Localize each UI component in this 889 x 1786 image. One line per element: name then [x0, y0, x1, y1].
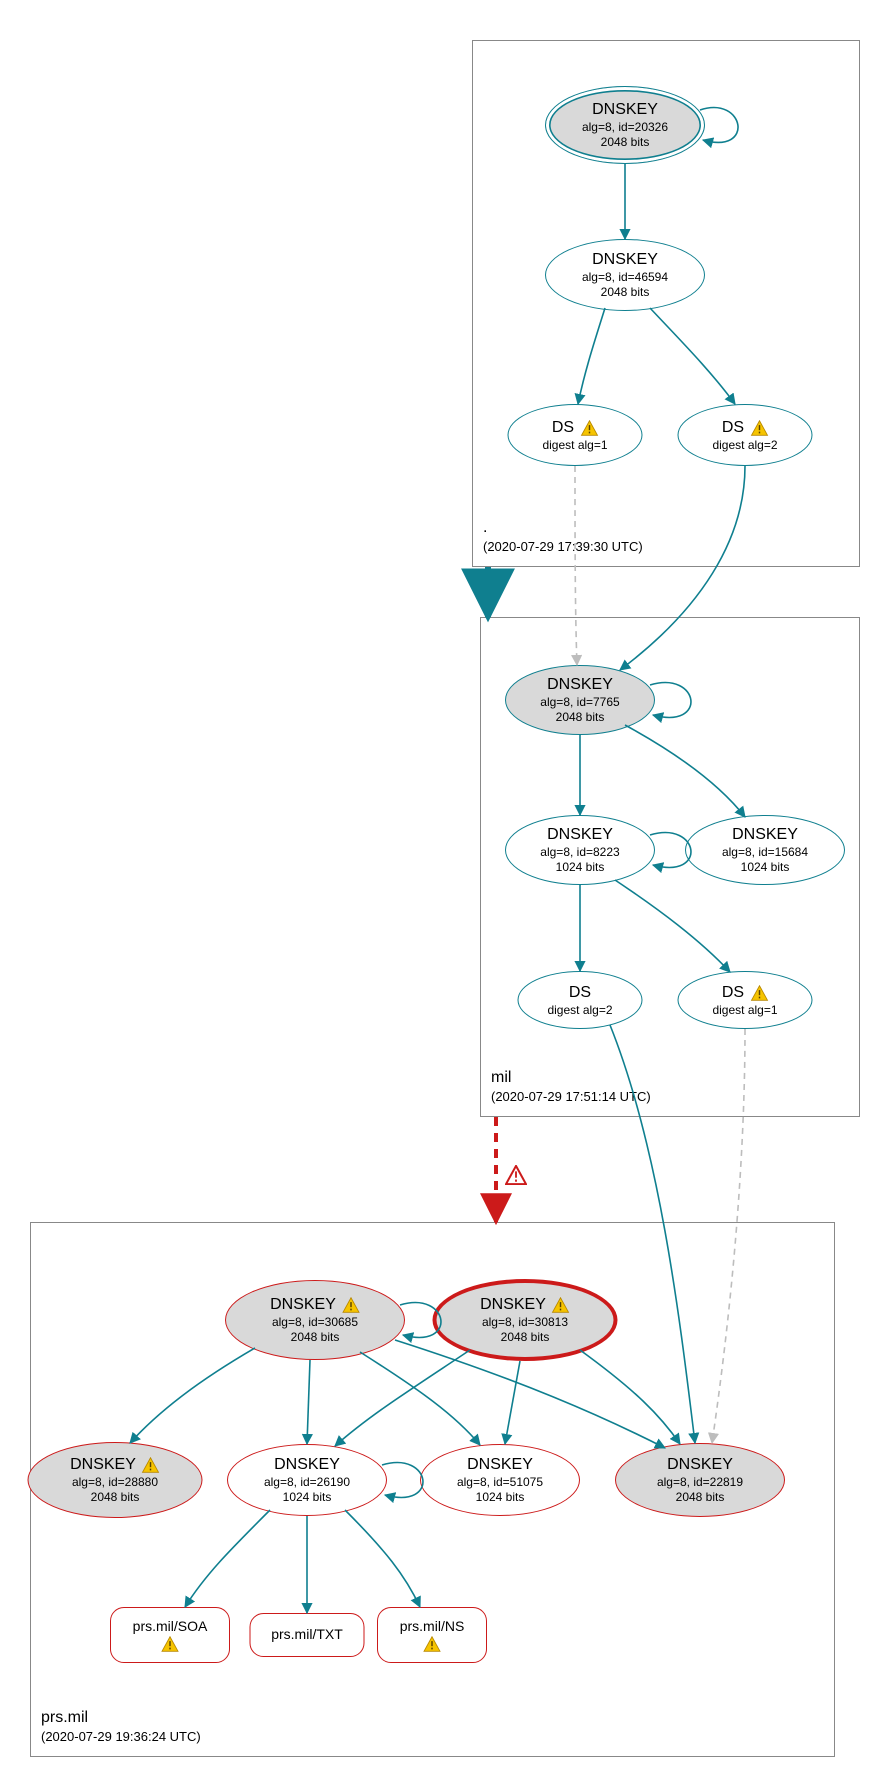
node-title: DS: [569, 983, 591, 1003]
node-title: DNSKEY: [592, 100, 658, 120]
warning-icon: [750, 420, 768, 436]
node-sub: digest alg=1: [542, 438, 607, 453]
zone-root-label: . (2020-07-29 17:39:30 UTC): [483, 518, 643, 556]
zone-mil-label: mil (2020-07-29 17:51:14 UTC): [491, 1068, 651, 1106]
rr-label: prs.mil/NS: [400, 1618, 465, 1636]
dnskey-mil-zsk: DNSKEY alg=8, id=8223 1024 bits: [505, 815, 655, 885]
dnskey-prsmil-30685: DNSKEY alg=8, id=30685 2048 bits: [225, 1280, 405, 1360]
node-sub: alg=8, id=30813: [482, 1315, 568, 1330]
node-title: DNSKEY: [270, 1295, 360, 1315]
dnskey-label: DNSKEY: [270, 1295, 336, 1315]
node-sub2: 2048 bits: [556, 710, 605, 725]
dnskey-prsmil-30813: DNSKEY alg=8, id=30813 2048 bits: [433, 1279, 618, 1361]
warning-icon: [342, 1297, 360, 1313]
node-title: DNSKEY: [547, 675, 613, 695]
node-sub2: 1024 bits: [556, 860, 605, 875]
node-sub2: 1024 bits: [741, 860, 790, 875]
zone-mil-ts: (2020-07-29 17:51:14 UTC): [491, 1089, 651, 1106]
dnskey-prsmil-51075: DNSKEY alg=8, id=51075 1024 bits: [420, 1444, 580, 1516]
node-sub: alg=8, id=26190: [264, 1475, 350, 1490]
rr-prsmil-soa: prs.mil/SOA: [110, 1607, 230, 1663]
ds-mil-alg1: DS digest alg=1: [678, 971, 813, 1029]
node-sub: alg=8, id=51075: [457, 1475, 543, 1490]
ds-label: DS: [722, 418, 744, 438]
node-sub2: 1024 bits: [476, 1490, 525, 1505]
dnskey-mil-15684: DNSKEY alg=8, id=15684 1024 bits: [685, 815, 845, 885]
ds-label: DS: [552, 418, 574, 438]
zone-root-name: .: [483, 518, 643, 539]
warning-icon: [750, 985, 768, 1001]
node-sub: digest alg=1: [712, 1003, 777, 1018]
zone-prsmil-label: prs.mil (2020-07-29 19:36:24 UTC): [41, 1708, 201, 1746]
node-title: DNSKEY: [70, 1455, 160, 1475]
ds-root-alg2: DS digest alg=2: [678, 404, 813, 466]
warning-icon: [161, 1636, 179, 1652]
warning-icon: [423, 1636, 441, 1652]
dnskey-label: DNSKEY: [70, 1455, 136, 1475]
ds-label: DS: [722, 983, 744, 1003]
node-sub: alg=8, id=8223: [540, 845, 619, 860]
node-sub2: 2048 bits: [601, 135, 650, 150]
ds-root-alg1: DS digest alg=1: [508, 404, 643, 466]
node-title: DNSKEY: [480, 1295, 570, 1315]
node-sub2: 2048 bits: [601, 285, 650, 300]
rr-prsmil-txt: prs.mil/TXT: [250, 1613, 365, 1657]
node-title: DNSKEY: [732, 825, 798, 845]
node-sub: digest alg=2: [712, 438, 777, 453]
zone-prsmil-ts: (2020-07-29 19:36:24 UTC): [41, 1729, 201, 1746]
node-title: DNSKEY: [547, 825, 613, 845]
dnskey-mil-ksk: DNSKEY alg=8, id=7765 2048 bits: [505, 665, 655, 735]
node-title: DS: [722, 418, 768, 438]
node-title: DS: [722, 983, 768, 1003]
node-sub2: 2048 bits: [91, 1490, 140, 1505]
dnskey-label: DNSKEY: [480, 1295, 546, 1315]
node-title: DS: [552, 418, 598, 438]
node-sub: alg=8, id=20326: [582, 120, 668, 135]
node-sub: alg=8, id=15684: [722, 845, 808, 860]
rr-prsmil-ns: prs.mil/NS: [377, 1607, 487, 1663]
dnskey-root-zsk: DNSKEY alg=8, id=46594 2048 bits: [545, 239, 705, 311]
node-sub2: 2048 bits: [291, 1330, 340, 1345]
node-sub: alg=8, id=22819: [657, 1475, 743, 1490]
rr-label: prs.mil/TXT: [271, 1626, 343, 1644]
node-sub2: 1024 bits: [283, 1490, 332, 1505]
dnskey-root-ksk: DNSKEY alg=8, id=20326 2048 bits: [545, 86, 705, 164]
node-sub2: 2048 bits: [676, 1490, 725, 1505]
zonewarn-icon: [505, 1165, 527, 1185]
rr-label: prs.mil/SOA: [133, 1618, 208, 1636]
zone-mil-name: mil: [491, 1068, 651, 1089]
zone-root-ts: (2020-07-29 17:39:30 UTC): [483, 539, 643, 556]
warning-icon: [580, 420, 598, 436]
warning-icon: [552, 1297, 570, 1313]
node-sub2: 2048 bits: [501, 1330, 550, 1345]
node-title: DNSKEY: [592, 250, 658, 270]
node-sub: alg=8, id=28880: [72, 1475, 158, 1490]
node-title: DNSKEY: [667, 1455, 733, 1475]
warning-icon: [142, 1457, 160, 1473]
dnskey-prsmil-26190: DNSKEY alg=8, id=26190 1024 bits: [227, 1444, 387, 1516]
node-sub: alg=8, id=46594: [582, 270, 668, 285]
node-title: DNSKEY: [274, 1455, 340, 1475]
node-title: DNSKEY: [467, 1455, 533, 1475]
node-sub: digest alg=2: [547, 1003, 612, 1018]
node-sub: alg=8, id=30685: [272, 1315, 358, 1330]
node-sub: alg=8, id=7765: [540, 695, 619, 710]
zone-prsmil-name: prs.mil: [41, 1708, 201, 1729]
dnskey-prsmil-22819: DNSKEY alg=8, id=22819 2048 bits: [615, 1443, 785, 1517]
ds-mil-alg2: DS digest alg=2: [518, 971, 643, 1029]
dnskey-prsmil-28880: DNSKEY alg=8, id=28880 2048 bits: [28, 1442, 203, 1518]
